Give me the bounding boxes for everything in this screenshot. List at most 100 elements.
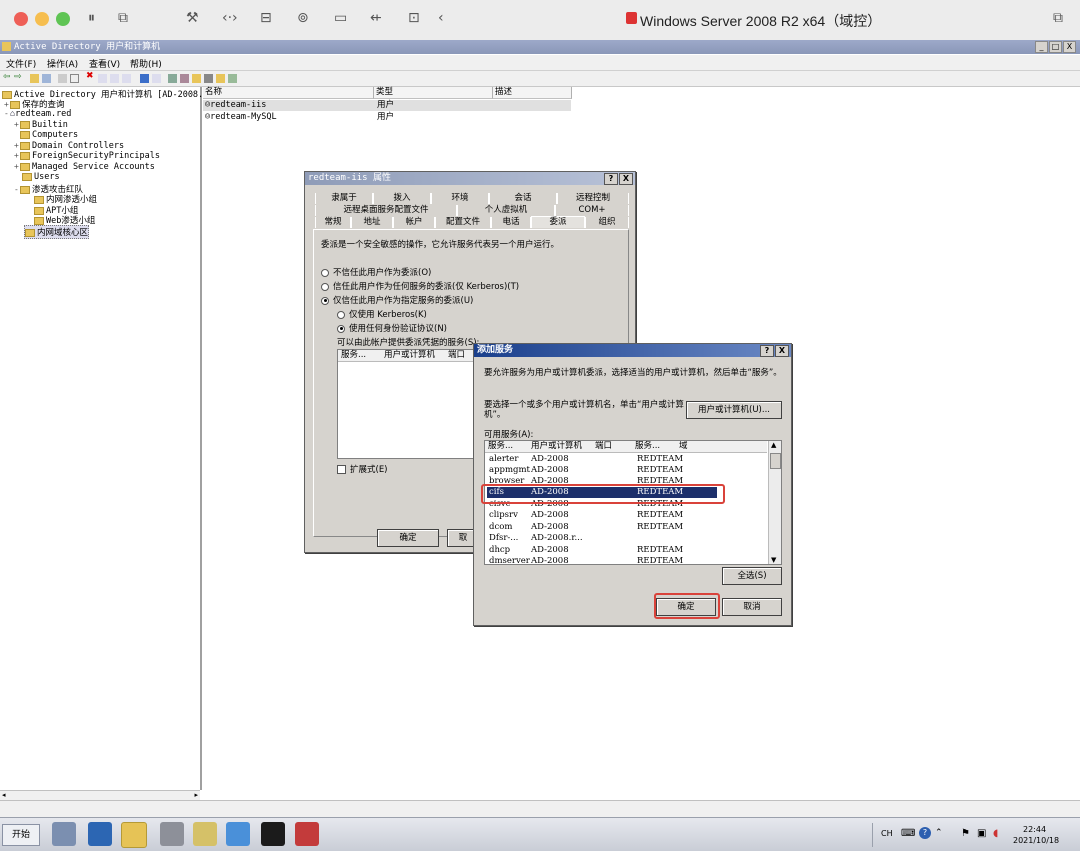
radio-no-delegation[interactable]: 不信任此用户作为委派(O) (321, 266, 431, 278)
menu-view[interactable]: 查看(V) (89, 57, 120, 70)
service-row[interactable]: dmserver AD-2008 REDTEAM (487, 556, 769, 564)
folder-share-icon[interactable]: ⊡ (408, 10, 420, 26)
help-icon[interactable] (140, 74, 149, 83)
menu-help[interactable]: 帮助(H) (130, 57, 162, 70)
server-manager-icon[interactable] (52, 822, 76, 846)
add-to-group-icon[interactable] (228, 74, 237, 83)
menu-file[interactable]: 文件(F) (6, 57, 36, 70)
scroll-thumb[interactable] (770, 453, 781, 469)
new-ou-icon[interactable] (192, 74, 201, 83)
filter-icon[interactable] (204, 74, 213, 83)
add-cancel-button[interactable]: 取消 (722, 598, 782, 616)
tab-organization[interactable]: 组织 (585, 217, 629, 228)
tree-item-msa[interactable]: + Managed Service Accounts (14, 162, 155, 172)
tab-address[interactable]: 地址 (351, 217, 393, 228)
add-help-button[interactable]: ? (760, 345, 774, 357)
radio-any-service[interactable]: 信任此用户作为任何服务的委派(仅 Kerberos)(T) (321, 280, 519, 292)
column-type[interactable]: 类型 (374, 87, 493, 99)
col-port[interactable]: 端口 (595, 441, 612, 452)
dialog-close-button[interactable]: X (619, 173, 633, 185)
volume-icon[interactable]: ◖ (993, 828, 998, 839)
tree-item-domain[interactable]: -⌂redteam.red (4, 109, 71, 119)
console-icon[interactable] (152, 74, 161, 83)
service-row[interactable]: clipsrv AD-2008 REDTEAM (487, 510, 769, 521)
scroll-down-icon[interactable]: ▼ (771, 556, 776, 564)
radio-icon[interactable] (337, 310, 345, 319)
tab-com[interactable]: COM+ (555, 205, 629, 216)
clock-date[interactable]: 2021/10/18 (1013, 836, 1059, 845)
tab-remote-control[interactable]: 远程控制 (557, 193, 629, 204)
radio-selected-icon[interactable] (321, 296, 329, 305)
col-domain[interactable]: 域 (679, 441, 688, 452)
scroll-left-icon[interactable]: ◂ (2, 791, 6, 799)
export-icon[interactable] (122, 74, 131, 83)
minimize-button[interactable]: _ (1035, 41, 1048, 53)
screenshot-icon[interactable]: ⧉ (118, 10, 128, 26)
col-service-name[interactable]: 服务... (635, 441, 660, 452)
delete-icon[interactable]: ✖ (86, 71, 95, 81)
service-row[interactable]: Dfsr-... AD-2008.r... (487, 533, 769, 544)
help-button[interactable]: ? (604, 173, 618, 185)
network-icon[interactable]: ▣ (977, 828, 986, 839)
users-or-computers-button[interactable]: 用户或计算机(U)... (686, 401, 782, 419)
copy-icon[interactable]: ⧉ (1053, 10, 1063, 26)
properties-icon[interactable] (98, 74, 107, 83)
service-row[interactable]: dcom AD-2008 REDTEAM (487, 522, 769, 533)
back-arrow-icon[interactable]: ‹ (438, 10, 444, 26)
tree-item-computers[interactable]: Computers (20, 130, 78, 140)
radio-selected-icon[interactable] (337, 324, 345, 333)
help-tray-icon[interactable]: ? (919, 827, 931, 839)
menu-action[interactable]: 操作(A) (47, 57, 78, 70)
tree-item-users[interactable]: Users (22, 172, 60, 182)
column-description[interactable]: 描述 (493, 87, 572, 99)
tab-dial-in[interactable]: 拨入 (373, 193, 431, 204)
tree-item-builtin[interactable]: + Builtin (14, 120, 68, 130)
refresh-icon[interactable] (110, 74, 119, 83)
col-user-computer[interactable]: 用户或计算机 (531, 441, 582, 452)
tree-item-core-zone[interactable]: 内网域核心区 (24, 225, 90, 239)
zoom-traffic-light[interactable] (56, 12, 70, 26)
wrench-icon[interactable]: ⚒ (186, 10, 199, 26)
scroll-up-icon[interactable]: ▲ (771, 441, 776, 449)
tree-item-domain-controllers[interactable]: + Domain Controllers (14, 141, 124, 151)
drive-icon[interactable]: ⊟ (260, 10, 272, 26)
minimize-traffic-light[interactable] (35, 12, 49, 26)
service-row[interactable]: alerter AD-2008 REDTEAM (487, 454, 769, 465)
close-traffic-light[interactable] (14, 12, 28, 26)
tree-horizontal-scrollbar[interactable]: ◂ ▸ (0, 790, 200, 800)
list-row-redteam-iis[interactable]: ☺redteam-iis 用户 (203, 100, 571, 111)
tab-sessions[interactable]: 会话 (489, 193, 557, 204)
sidebar-icon[interactable]: ⏸ (88, 10, 95, 26)
tab-account[interactable]: 帐户 (393, 217, 435, 228)
start-button[interactable]: 开始 (2, 824, 40, 846)
column-name[interactable]: 名称 (203, 87, 374, 99)
select-all-button[interactable]: 全选(S) (722, 567, 782, 585)
keyboard-icon[interactable]: ⌨ (901, 828, 915, 839)
tab-rds-profile[interactable]: 远程桌面服务配置文件 (315, 205, 457, 216)
new-user-icon[interactable] (168, 74, 177, 83)
code-icon[interactable]: ‹·› (222, 10, 238, 26)
tab-environment[interactable]: 环境 (431, 193, 489, 204)
notes-icon[interactable] (193, 822, 217, 846)
ad-users-icon[interactable] (226, 822, 250, 846)
new-group-icon[interactable] (180, 74, 189, 83)
back-icon[interactable]: ⇦ (3, 72, 12, 82)
forward-icon[interactable]: ⇨ (14, 72, 23, 82)
scroll-right-icon[interactable]: ▸ (194, 791, 198, 799)
radio-kerberos-only[interactable]: 仅使用 Kerberos(K) (337, 308, 427, 320)
col-service[interactable]: 服务... (488, 441, 513, 452)
language-indicator[interactable]: CH (881, 829, 893, 838)
tab-member-of[interactable]: 隶属于 (315, 193, 373, 204)
add-close-button[interactable]: X (775, 345, 789, 357)
flag-icon[interactable]: ⚑ (961, 828, 970, 839)
camera-icon[interactable]: ▭ (334, 10, 347, 26)
radio-icon[interactable] (321, 268, 329, 277)
user-icon[interactable]: ⊚ (297, 10, 309, 26)
tree-icon[interactable] (42, 74, 51, 83)
radio-icon[interactable] (321, 282, 329, 291)
toolbox-icon[interactable] (295, 822, 319, 846)
expanded-checkbox[interactable]: 扩展式(E) (337, 463, 388, 475)
find-icon[interactable] (216, 74, 225, 83)
radio-any-protocol[interactable]: 使用任何身份验证协议(N) (337, 322, 447, 334)
usb-icon[interactable]: ⇷ (370, 10, 382, 26)
